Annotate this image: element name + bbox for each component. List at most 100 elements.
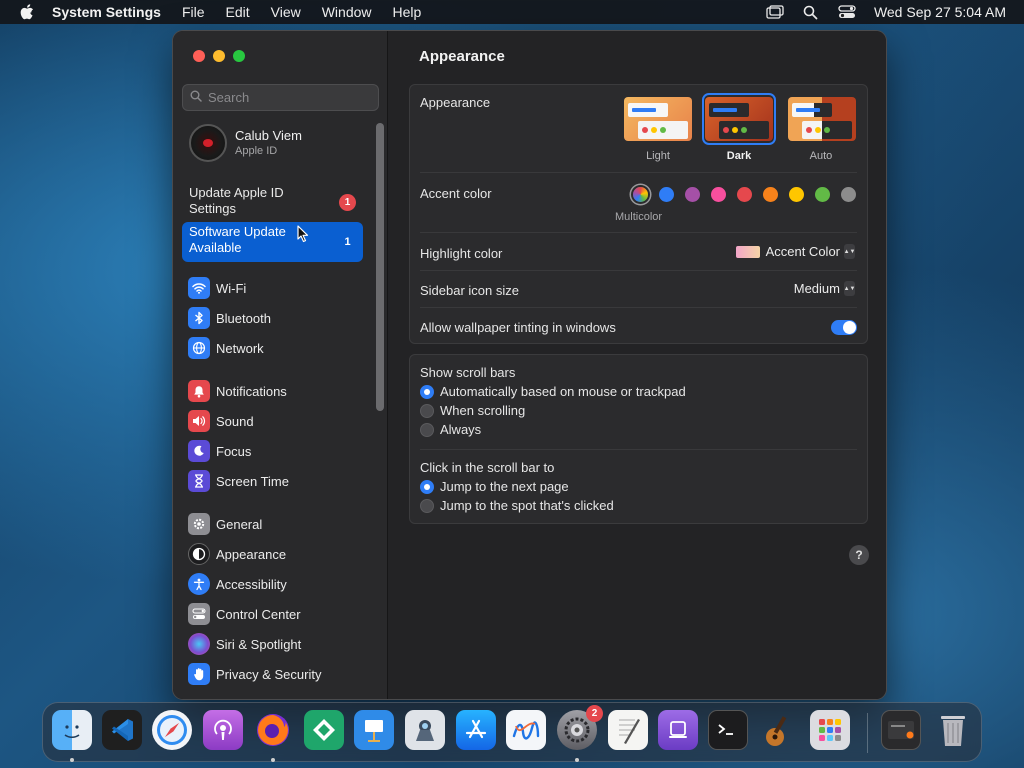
radio-button[interactable] bbox=[420, 422, 434, 437]
sidebar-item-sound[interactable]: Sound bbox=[182, 406, 372, 436]
dock: 2 bbox=[42, 702, 982, 762]
scroll-bars-always-option[interactable]: Always bbox=[420, 422, 481, 437]
safari-icon[interactable] bbox=[152, 710, 192, 750]
vscode-icon[interactable] bbox=[102, 710, 142, 750]
sidebar-item-wifi[interactable]: Wi-Fi bbox=[182, 273, 372, 303]
accent-red-swatch[interactable] bbox=[737, 187, 752, 202]
wallpaper-tinting-label: Allow wallpaper tinting in windows bbox=[420, 320, 616, 335]
click-next-page-option[interactable]: Jump to the next page bbox=[420, 479, 569, 494]
finder-icon[interactable] bbox=[52, 710, 92, 750]
sidebar-item-control-center[interactable]: Control Center bbox=[182, 599, 372, 629]
close-window-button[interactable] bbox=[193, 50, 205, 62]
search-input[interactable] bbox=[208, 90, 368, 105]
appearance-label: Appearance bbox=[420, 95, 491, 110]
moon-icon bbox=[188, 440, 210, 462]
trash-icon[interactable] bbox=[933, 710, 973, 750]
menu-help[interactable]: Help bbox=[393, 4, 422, 20]
light-thumbnail bbox=[624, 97, 692, 141]
sidebar-scrollbar[interactable] bbox=[376, 123, 384, 411]
search-field[interactable] bbox=[182, 84, 379, 111]
sidebar-item-network[interactable]: Network bbox=[182, 333, 372, 363]
notification-badge: 1 bbox=[339, 194, 356, 211]
sidebar-item-general[interactable]: General bbox=[182, 509, 372, 539]
update-apple-id-settings-item[interactable]: Update Apple ID Settings 1 bbox=[182, 183, 363, 223]
appearance-dark-option[interactable] bbox=[702, 93, 776, 145]
sidebar-item-notifications[interactable]: Notifications bbox=[182, 376, 372, 406]
sidebar-item-focus[interactable]: Focus bbox=[182, 436, 372, 466]
accent-pink-swatch[interactable] bbox=[711, 187, 726, 202]
apple-id-account[interactable]: Calub Viem Apple ID bbox=[189, 124, 302, 162]
apple-menu-icon[interactable] bbox=[20, 4, 34, 20]
screen-mirroring-icon[interactable] bbox=[766, 4, 784, 20]
firefox-icon[interactable] bbox=[253, 710, 293, 750]
menu-window[interactable]: Window bbox=[322, 4, 372, 20]
accent-multicolor-swatch[interactable] bbox=[633, 187, 648, 202]
accent-blue-swatch[interactable] bbox=[659, 187, 674, 202]
control-center-menu-icon[interactable] bbox=[838, 4, 856, 20]
menu-edit[interactable]: Edit bbox=[226, 4, 250, 20]
garageband-icon[interactable] bbox=[759, 710, 799, 750]
menu-file[interactable]: File bbox=[182, 4, 205, 20]
radio-button[interactable] bbox=[420, 498, 434, 513]
sidebar-item-accessibility[interactable]: Accessibility bbox=[182, 569, 372, 599]
purple-app-icon[interactable] bbox=[658, 710, 698, 750]
sidebar-item-appearance[interactable]: Appearance bbox=[182, 539, 372, 569]
preview-icon[interactable] bbox=[405, 710, 445, 750]
system-settings-icon[interactable]: 2 bbox=[557, 705, 603, 750]
sidebar-item-privacy-security[interactable]: Privacy & Security bbox=[182, 659, 372, 689]
scroll-bars-when-scrolling-option[interactable]: When scrolling bbox=[420, 403, 525, 418]
search-icon bbox=[190, 89, 202, 107]
app-store-icon[interactable] bbox=[456, 710, 496, 750]
sidebar-group-network: Wi-Fi Bluetooth Network bbox=[182, 273, 372, 363]
siri-icon bbox=[188, 633, 210, 655]
terminal-icon[interactable] bbox=[708, 710, 748, 750]
sidebar-icon-size-label: Sidebar icon size bbox=[420, 283, 519, 298]
highlight-color-popup[interactable]: Accent Color ▲▼ bbox=[735, 244, 855, 259]
bell-icon bbox=[188, 380, 210, 402]
radio-button[interactable] bbox=[420, 403, 434, 418]
click-scroll-bar-label: Click in the scroll bar to bbox=[420, 460, 555, 475]
menu-app-name[interactable]: System Settings bbox=[52, 4, 161, 20]
freeform-icon[interactable] bbox=[506, 710, 546, 750]
chevron-updown-icon: ▲▼ bbox=[844, 244, 855, 259]
accent-graphite-swatch[interactable] bbox=[841, 187, 856, 202]
menu-clock[interactable]: Wed Sep 27 5:04 AM bbox=[874, 4, 1006, 20]
sidebar-item-siri-spotlight[interactable]: Siri & Spotlight bbox=[182, 629, 372, 659]
software-update-item[interactable]: Software Update Available 1 bbox=[182, 222, 363, 262]
downloads-stack-icon[interactable] bbox=[881, 710, 921, 750]
zoom-window-button[interactable] bbox=[233, 50, 245, 62]
minimize-window-button[interactable] bbox=[213, 50, 225, 62]
launchpad-icon[interactable] bbox=[810, 710, 850, 750]
textedit-icon[interactable] bbox=[608, 710, 648, 750]
dock-separator bbox=[867, 713, 868, 753]
tableau-icon[interactable] bbox=[304, 710, 344, 750]
podcasts-icon[interactable] bbox=[203, 710, 243, 750]
spotlight-search-icon[interactable] bbox=[802, 4, 820, 20]
sidebar-item-bluetooth[interactable]: Bluetooth bbox=[182, 303, 372, 333]
accent-yellow-swatch[interactable] bbox=[789, 187, 804, 202]
menu-view[interactable]: View bbox=[271, 4, 301, 20]
accent-green-swatch[interactable] bbox=[815, 187, 830, 202]
wallpaper-tinting-toggle[interactable] bbox=[831, 320, 857, 335]
help-button[interactable]: ? bbox=[849, 545, 869, 565]
divider bbox=[420, 172, 857, 173]
mouse-cursor-icon bbox=[297, 225, 309, 248]
divider bbox=[420, 270, 857, 271]
accent-purple-swatch[interactable] bbox=[685, 187, 700, 202]
appearance-light-option[interactable] bbox=[621, 94, 695, 144]
accent-orange-swatch[interactable] bbox=[763, 187, 778, 202]
keynote-icon[interactable] bbox=[354, 710, 394, 750]
appearance-auto-option[interactable] bbox=[785, 94, 859, 144]
sidebar-item-label: Control Center bbox=[216, 606, 301, 622]
sidebar-item-label: Screen Time bbox=[216, 473, 289, 489]
scroll-bars-auto-option[interactable]: Automatically based on mouse or trackpad bbox=[420, 384, 686, 399]
radio-button[interactable] bbox=[420, 384, 434, 399]
click-spot-option[interactable]: Jump to the spot that's clicked bbox=[420, 498, 614, 513]
divider bbox=[420, 307, 857, 308]
radio-button[interactable] bbox=[420, 479, 434, 494]
sidebar-icon-size-popup[interactable]: Medium ▲▼ bbox=[794, 281, 855, 296]
running-indicator bbox=[271, 758, 275, 762]
scroll-bar-settings-card: Show scroll bars Automatically based on … bbox=[409, 354, 868, 524]
sidebar-item-screen-time[interactable]: Screen Time bbox=[182, 466, 372, 496]
sidebar-icon-size-value: Medium bbox=[793, 281, 840, 296]
